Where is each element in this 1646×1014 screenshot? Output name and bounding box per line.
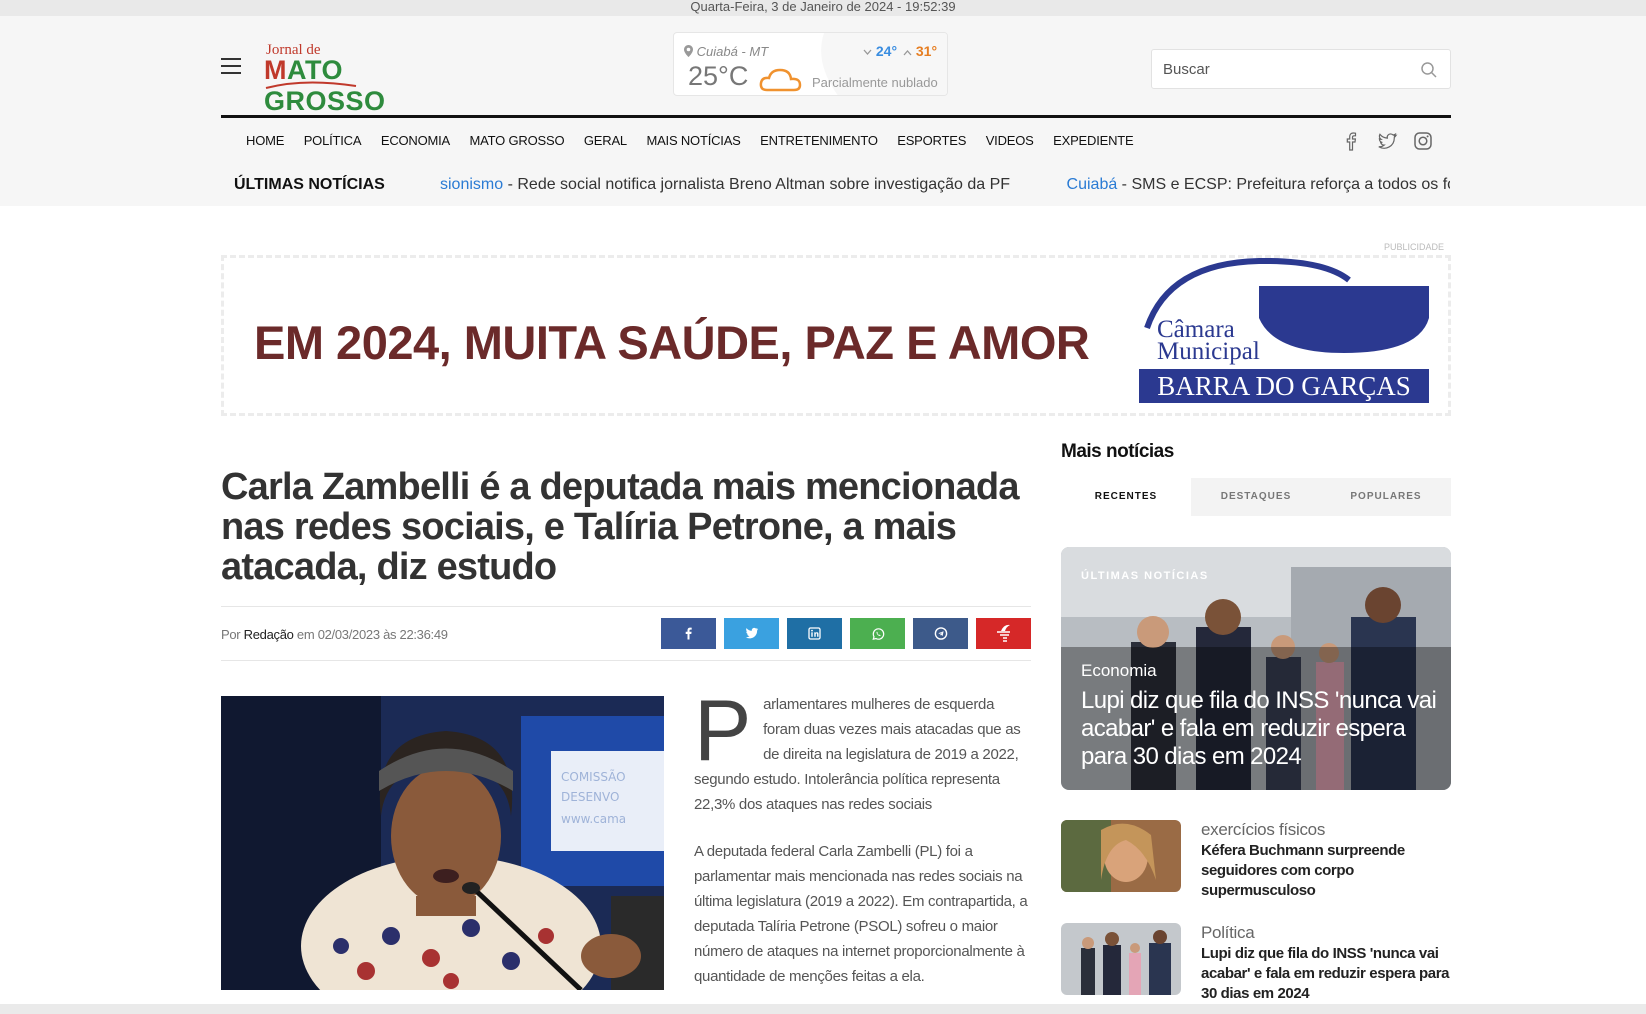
telegram-icon <box>934 627 948 640</box>
nav-item-politica[interactable]: POLÍTICA <box>304 133 362 153</box>
weather-widget: Cuiabá - MT 25°C 24° 31° Parcialmente nu… <box>673 32 948 96</box>
ticker-item[interactable]: Cuiabá - SMS e ECSP: Prefeitura reforça … <box>1067 176 1450 193</box>
list-item[interactable]: exercícios físicos Kéfera Buchmann surpr… <box>1061 820 1451 910</box>
list-item-title: Kéfera Buchmann surpreende seguidores co… <box>1201 842 1405 899</box>
list-item-thumbnail <box>1061 820 1181 892</box>
nav-item-videos[interactable]: VIDEOS <box>986 133 1034 153</box>
list-item-thumbnail <box>1061 923 1181 995</box>
logo-swoosh-icon <box>265 81 357 89</box>
twitter-icon[interactable] <box>1376 130 1398 152</box>
social-links <box>1340 130 1434 152</box>
camara-logo: Câmara Municipal BARRA DO GARÇAS <box>1139 258 1429 403</box>
article-date: em 02/03/2023 às 22:36:49 <box>293 627 448 642</box>
tab-destaques[interactable]: DESTAQUES <box>1191 478 1321 516</box>
camara-city: BARRA DO GARÇAS <box>1139 369 1429 403</box>
weather-location: Cuiabá - MT <box>684 44 768 59</box>
nav-item-mato-grosso[interactable]: MATO GROSSO <box>470 133 565 153</box>
sidebar-tabs: RECENTES DESTAQUES POPULARES <box>1061 478 1451 516</box>
share-telegram-button[interactable] <box>913 618 968 649</box>
featured-category: Economia <box>1081 661 1157 680</box>
nav-item-mais-noticias[interactable]: MAIS NOTÍCIAS <box>646 133 740 153</box>
svg-text:COMISSÃO: COMISSÃO <box>561 769 626 784</box>
current-datetime: Quarta-Feira, 3 de Janeiro de 2024 - 19:… <box>690 0 956 14</box>
facebook-icon[interactable] <box>1340 130 1362 152</box>
ad-label: PUBLICIDADE <box>1384 242 1445 252</box>
tab-populares[interactable]: POPULARES <box>1321 478 1451 516</box>
ticker-label: ÚLTIMAS NOTÍCIAS <box>234 176 385 193</box>
header-divider <box>221 115 1451 118</box>
share-whatsapp-button[interactable] <box>850 618 905 649</box>
instagram-icon[interactable] <box>1412 130 1434 152</box>
location-pin-icon <box>684 45 693 57</box>
tab-recentes[interactable]: RECENTES <box>1061 478 1191 516</box>
ad-banner[interactable]: EM 2024, MUITA SAÚDE, PAZ E AMOR Câmara M… <box>221 255 1451 416</box>
share-gettr-button[interactable] <box>976 618 1031 649</box>
list-item-category: exercícios físicos <box>1201 820 1326 839</box>
main-nav: HOME POLÍTICA ECONOMIA MATO GROSSO GERAL… <box>246 133 1153 153</box>
share-facebook-button[interactable] <box>661 618 716 649</box>
article-body: Parlamentares mulheres de esquerda foram… <box>694 683 1032 1011</box>
news-ticker: sionismo - Rede social notifica jornalis… <box>440 176 1450 198</box>
list-item-category: Política <box>1201 923 1255 942</box>
svg-text:DESENVO: DESENVO <box>561 790 619 804</box>
featured-headline: Lupi diz que fila do INSS 'nunca vai aca… <box>1081 687 1437 770</box>
article-paragraph: A deputada federal Carla Zambelli (PL) f… <box>694 843 1028 985</box>
divider <box>221 606 1031 607</box>
twitter-icon <box>745 627 758 639</box>
list-item-title: Lupi diz que fila do INSS 'nunca vai aca… <box>1201 945 1450 1002</box>
share-linkedin-button[interactable] <box>787 618 842 649</box>
ad-slogan: EM 2024, MUITA SAÚDE, PAZ E AMOR <box>254 316 1090 369</box>
search-box <box>1151 49 1451 89</box>
ticker-item[interactable]: sionismo - Rede social notifica jornalis… <box>440 176 1010 193</box>
arrow-up-icon <box>903 50 912 56</box>
nav-item-expediente[interactable]: EXPEDIENTE <box>1053 133 1134 153</box>
nav-item-esportes[interactable]: ESPORTES <box>897 133 966 153</box>
facebook-icon <box>685 627 692 640</box>
nav-item-economia[interactable]: ECONOMIA <box>381 133 450 153</box>
linkedin-icon <box>808 627 821 640</box>
article-photo-image: COMISSÃO DESENVO www.cama <box>221 696 664 990</box>
menu-icon[interactable] <box>221 58 241 74</box>
camara-name: Câmara Municipal <box>1157 316 1260 365</box>
svg-text:www.cama: www.cama <box>561 812 626 826</box>
nav-item-home[interactable]: HOME <box>246 133 284 153</box>
search-icon[interactable] <box>1420 61 1438 79</box>
date-time-bar: Quarta-Feira, 3 de Janeiro de 2024 - 19:… <box>0 0 1646 16</box>
cloud-sun-icon <box>759 68 802 92</box>
weather-temperature: 25°C <box>688 61 749 91</box>
sidebar-title: Mais notícias <box>1061 441 1174 462</box>
article-photo: COMISSÃO DESENVO www.cama <box>221 696 664 990</box>
weather-min: 24° <box>863 43 897 59</box>
featured-tag: ÚLTIMAS NOTÍCIAS <box>1081 570 1209 582</box>
share-twitter-button[interactable] <box>724 618 779 649</box>
nav-item-geral[interactable]: GERAL <box>584 133 627 153</box>
share-buttons <box>661 618 1031 649</box>
weather-max: 31° <box>903 43 937 59</box>
article-title: Carla Zambelli é a deputada mais mencion… <box>221 466 1019 588</box>
article-lead: Parlamentares mulheres de esquerda foram… <box>694 683 1021 813</box>
article-byline: Por Redação em 02/03/2023 às 22:36:49 <box>221 627 448 642</box>
nav-item-entretenimento[interactable]: ENTRETENIMENTO <box>760 133 878 153</box>
article-author[interactable]: Redação <box>244 627 294 642</box>
gettr-icon <box>997 624 1010 642</box>
divider <box>221 660 1031 661</box>
arrow-down-icon <box>863 49 872 55</box>
horizontal-scrollbar[interactable] <box>0 1004 1646 1014</box>
list-item[interactable]: Política Lupi diz que fila do INSS 'nunc… <box>1061 923 1451 1013</box>
featured-story[interactable]: ÚLTIMAS NOTÍCIAS Economia Lupi diz que f… <box>1061 547 1451 790</box>
article-dropcap: P <box>694 683 752 779</box>
search-input[interactable] <box>1152 50 1412 88</box>
whatsapp-icon <box>872 628 885 641</box>
site-logo[interactable]: Jornal de MATO GROSSO <box>264 42 454 116</box>
weather-description: Parcialmente nublado <box>812 75 938 90</box>
